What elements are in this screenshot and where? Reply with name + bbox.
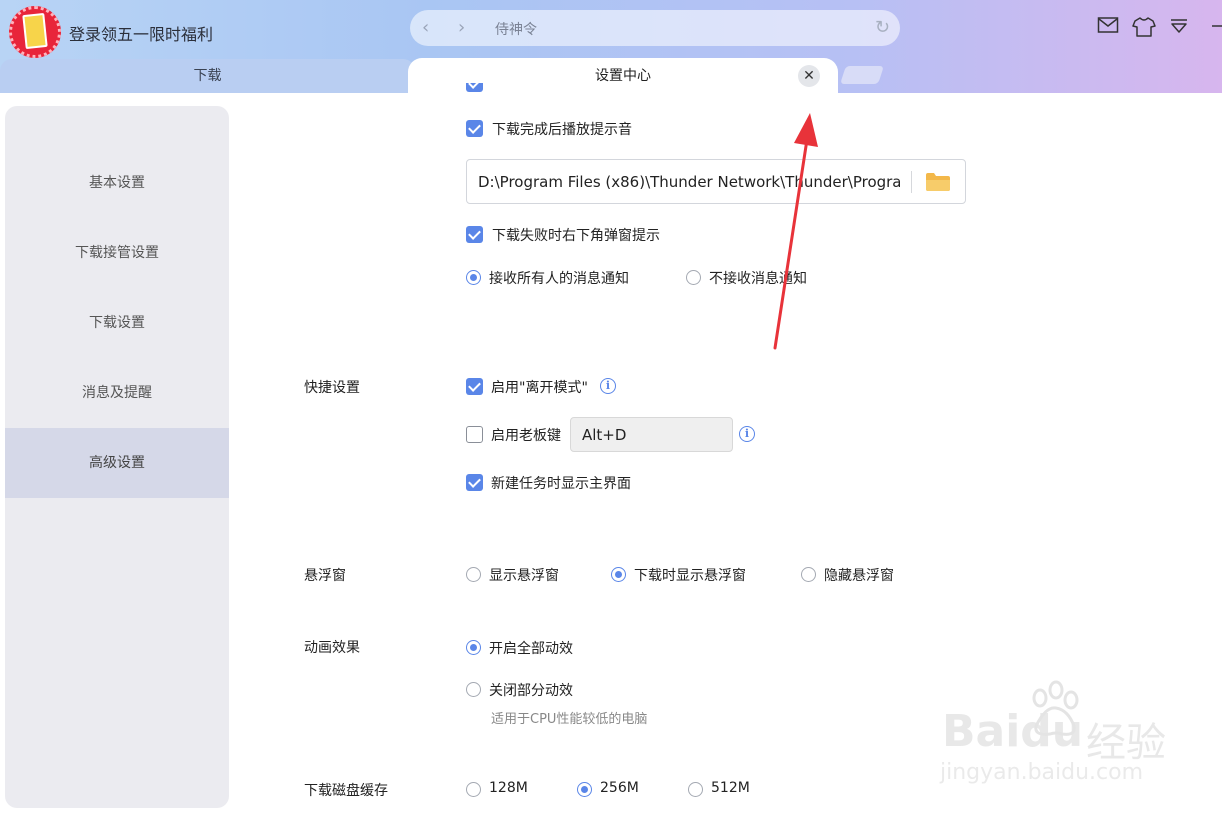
info-icon[interactable]: i	[600, 378, 616, 394]
menu-icon[interactable]	[1167, 16, 1191, 40]
sound-path-value[interactable]: D:\Program Files (x86)\Thunder Network\T…	[478, 173, 900, 191]
annotation-arrow-icon	[773, 113, 818, 350]
folder-icon[interactable]	[925, 172, 951, 192]
sidebar-item-messages[interactable]: 消息及提醒	[5, 358, 229, 428]
back-icon[interactable]: ‹	[422, 17, 429, 38]
fail-popup-checkbox[interactable]	[466, 226, 483, 243]
sidebar-item-download[interactable]: 下载设置	[5, 288, 229, 358]
address-text[interactable]: 侍神令	[495, 19, 537, 39]
cache-128-label: 128M	[489, 780, 528, 796]
float-download-label: 下载时显示悬浮窗	[634, 568, 746, 584]
animation-on-label: 开启全部动效	[489, 641, 573, 657]
mail-icon[interactable]	[1096, 16, 1120, 40]
paw-icon	[1032, 680, 1079, 736]
float-window-section-label: 悬浮窗	[304, 568, 346, 584]
animation-off-label: 关闭部分动效	[489, 683, 573, 699]
info-icon[interactable]: i	[739, 426, 755, 442]
close-tab-icon[interactable]: ✕	[798, 65, 820, 87]
recv-all-label: 接收所有人的消息通知	[489, 271, 629, 287]
cache-128-radio[interactable]	[466, 782, 481, 797]
promo-text[interactable]: 登录领五一限时福利	[69, 21, 213, 45]
animation-off-hint: 适用于CPU性能较低的电脑	[491, 712, 648, 727]
avatar-logo-icon[interactable]	[9, 6, 61, 58]
boss-key-value[interactable]: Alt+D	[582, 426, 626, 444]
float-show-label: 显示悬浮窗	[489, 568, 559, 584]
show-main-checkbox[interactable]	[466, 474, 483, 491]
float-download-radio[interactable]	[611, 567, 626, 582]
disk-cache-section-label: 下载磁盘缓存	[304, 783, 388, 799]
animation-section-label: 动画效果	[304, 640, 360, 656]
minimize-icon[interactable]	[1203, 16, 1222, 40]
sidebar-item-advanced[interactable]: 高级设置	[5, 428, 229, 498]
cache-256-label: 256M	[600, 780, 639, 796]
refresh-icon[interactable]: ↻	[875, 17, 890, 38]
float-hide-label: 隐藏悬浮窗	[824, 568, 894, 584]
boss-key-checkbox[interactable]	[466, 426, 483, 443]
boss-key-input[interactable]: Alt+D	[570, 417, 733, 452]
cache-512-label: 512M	[711, 780, 750, 796]
animation-on-radio[interactable]	[466, 640, 481, 655]
sound-path-field[interactable]: D:\Program Files (x86)\Thunder Network\T…	[466, 159, 966, 204]
fail-popup-label: 下载失败时右下角弹窗提示	[492, 228, 660, 244]
no-recv-radio[interactable]	[686, 270, 701, 285]
watermark-logo: Baidu 经验 jingyan.baidu.com	[936, 680, 1166, 790]
forward-icon[interactable]: ›	[458, 17, 465, 38]
play-sound-label: 下载完成后播放提示音	[492, 122, 632, 138]
tab-download[interactable]: 下载	[0, 59, 415, 93]
show-main-label: 新建任务时显示主界面	[491, 476, 631, 492]
play-sound-checkbox[interactable]	[466, 120, 483, 137]
float-hide-radio[interactable]	[801, 567, 816, 582]
new-tab-button[interactable]	[840, 66, 884, 84]
boss-key-label: 启用老板键	[491, 428, 561, 444]
tshirt-icon[interactable]	[1132, 16, 1156, 40]
sidebar-item-download-takeover[interactable]: 下载接管设置	[5, 218, 229, 288]
float-show-radio[interactable]	[466, 567, 481, 582]
away-mode-checkbox[interactable]	[466, 378, 483, 395]
animation-off-radio[interactable]	[466, 682, 481, 697]
divider	[911, 171, 912, 193]
scrolled-off-row	[466, 83, 666, 93]
address-bar[interactable]: ‹ › 侍神令 ↻	[410, 10, 900, 46]
away-mode-label: 启用"离开模式"	[491, 380, 588, 396]
sidebar-item-basic[interactable]: 基本设置	[5, 148, 229, 218]
recv-all-radio[interactable]	[466, 270, 481, 285]
watermark-url: jingyan.baidu.com	[940, 760, 1144, 785]
shortcut-section-label: 快捷设置	[304, 380, 360, 396]
cache-512-radio[interactable]	[688, 782, 703, 797]
settings-sidebar: 基本设置 下载接管设置 下载设置 消息及提醒 高级设置	[5, 106, 229, 808]
cache-256-radio[interactable]	[577, 782, 592, 797]
